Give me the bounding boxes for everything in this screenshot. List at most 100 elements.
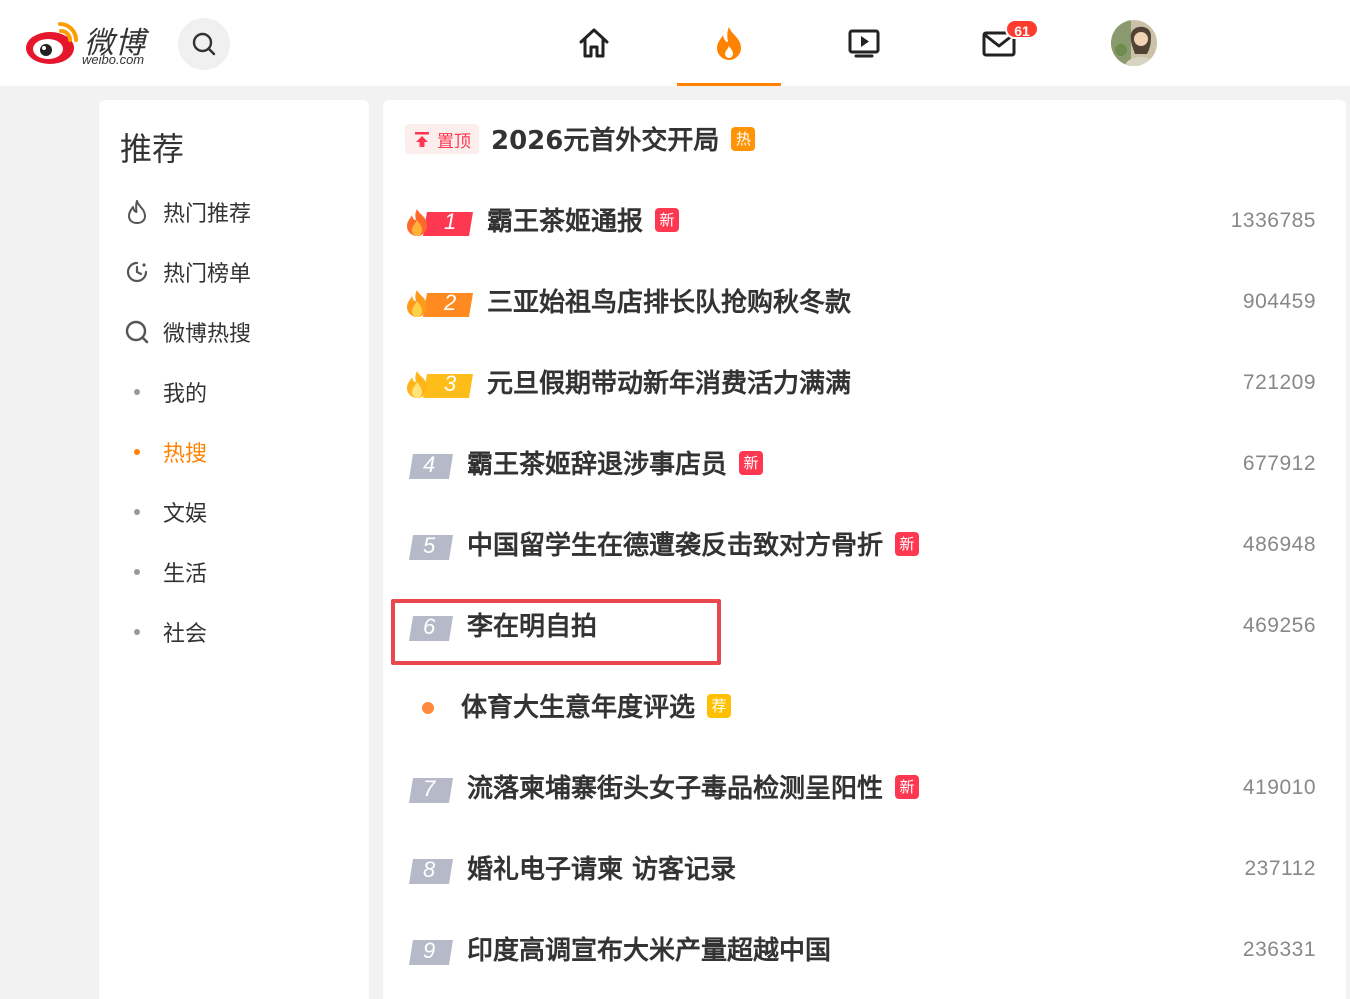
hot-count: 677912 [1242, 452, 1316, 475]
home-icon [579, 28, 609, 58]
hot-title[interactable]: 婚礼电子请柬 访客记录 [467, 849, 736, 886]
table-row[interactable]: 2 三亚始祖鸟店排长队抢购秋冬款 904459 [383, 262, 1346, 343]
sidebar-item-weibo-hot-search[interactable]: 微博热搜 [123, 312, 343, 352]
sidebar-item-label: 微博热搜 [163, 322, 252, 347]
bullet-dot [123, 558, 151, 586]
hot-count: 904459 [1242, 290, 1316, 313]
hot-count: 721209 [1242, 371, 1316, 394]
rank-number: 3 [444, 371, 457, 396]
sidebar-item-hot-search[interactable]: 热搜 [123, 432, 343, 472]
message-count-badge: 61 [1005, 19, 1039, 39]
user-avatar[interactable] [1111, 20, 1157, 66]
rank-flame-icon [407, 371, 473, 398]
nav-messages[interactable]: 61 [947, 0, 1051, 86]
rank-number: 5 [423, 533, 436, 558]
hot-title[interactable]: 元旦假期带动新年消费活力满满 [487, 363, 851, 400]
pinned-title[interactable]: 2026元首外交开局 热 [491, 120, 756, 157]
pinned-label: 置顶 [437, 131, 471, 152]
pin-top-icon [415, 132, 429, 147]
sidebar-item-label: 文娱 [163, 502, 208, 527]
hot-title[interactable]: 三亚始祖鸟店排长队抢购秋冬款 [487, 282, 851, 319]
logo-subtext: weibo.com [82, 52, 145, 67]
table-row[interactable]: 9 印度高调宣布大米产量超越中国 236331 [383, 910, 1346, 991]
rank-number: 8 [423, 857, 436, 882]
promoted-row[interactable]: 体育大生意年度评选 荐 [383, 667, 1346, 748]
table-row[interactable]: 3 元旦假期带动新年消费活力满满 721209 [383, 343, 1346, 424]
flame-outline-icon [123, 198, 151, 226]
hot-count: 236331 [1242, 938, 1316, 961]
search-circle-icon [123, 318, 151, 346]
table-row[interactable]: 7 流落柬埔寨街头女子毒品检测呈阳性 新 419010 [383, 748, 1346, 829]
hot-title[interactable]: 体育大生意年度评选 荐 [461, 687, 732, 724]
table-row[interactable]: 1 霸王茶姬通报 新 1336785 [383, 181, 1346, 262]
sidebar-item-label: 热门推荐 [163, 202, 252, 227]
sidebar-item-label: 我的 [163, 382, 208, 407]
highlight-annotation-box [391, 599, 721, 665]
weibo-logo-icon [26, 22, 78, 64]
search-button[interactable] [178, 18, 230, 70]
new-tag: 新 [895, 774, 920, 799]
video-icon [848, 29, 880, 58]
rank-number: 7 [423, 776, 436, 801]
sidebar-item-hot-recommend[interactable]: 热门推荐 [123, 192, 343, 232]
rank-badge: 4 [407, 451, 473, 479]
sidebar-item-label: 热搜 [163, 442, 208, 467]
new-tag: 新 [739, 450, 764, 475]
weibo-logo[interactable]: 微博 weibo.com [24, 16, 164, 68]
hot-flame-icon [717, 27, 741, 60]
rank-badge: 3 [407, 370, 473, 398]
bullet-dot [123, 618, 151, 646]
sidebar-item-entertainment[interactable]: 文娱 [123, 492, 343, 532]
sidebar-item-hot-ranking[interactable]: 热门榜单 [123, 252, 343, 292]
sidebar-item-mine[interactable]: 我的 [123, 372, 343, 412]
pinned-badge: 置顶 [405, 124, 479, 154]
hot-count: 237112 [1244, 857, 1316, 880]
new-tag: 新 [895, 531, 920, 556]
hot-title[interactable]: 流落柬埔寨街头女子毒品检测呈阳性 新 [467, 768, 920, 805]
table-row[interactable]: 5 中国留学生在德遭袭反击致对方骨折 新 486948 [383, 505, 1346, 586]
hot-tag: 热 [731, 126, 756, 151]
table-row[interactable]: 4 霸王茶姬辞退涉事店员 新 677912 [383, 424, 1346, 505]
sidebar: 推荐 热门推荐 热门榜单 微博热搜 我的 热搜 文娱 生活 社会 [99, 100, 369, 999]
bullet-dot [123, 378, 151, 406]
bullet-dot [123, 498, 151, 526]
rank-number: 1 [444, 209, 457, 234]
promoted-dot [422, 702, 434, 714]
search-icon [192, 32, 216, 56]
nav-video[interactable] [812, 0, 916, 86]
sidebar-title: 推荐 [120, 130, 185, 168]
hot-title[interactable]: 印度高调宣布大米产量超越中国 [467, 930, 831, 967]
rank-badge: 8 [407, 856, 473, 884]
new-tag: 新 [655, 207, 680, 232]
sidebar-item-life[interactable]: 生活 [123, 552, 343, 592]
rank-badge: 5 [407, 532, 473, 560]
pinned-row[interactable]: 置顶 2026元首外交开局 热 [383, 100, 1346, 181]
recommend-tag: 荐 [707, 693, 732, 718]
table-row[interactable]: 8 婚礼电子请柬 访客记录 237112 [383, 829, 1346, 910]
sidebar-item-label: 热门榜单 [163, 262, 252, 287]
hot-title[interactable]: 中国留学生在德遭袭反击致对方骨折 新 [467, 525, 920, 562]
rank-badge: 7 [407, 775, 473, 803]
sidebar-item-label: 社会 [163, 622, 208, 647]
clock-icon [123, 258, 151, 286]
nav-home[interactable] [542, 0, 646, 86]
rank-flame-icon [407, 209, 473, 236]
nav-hot[interactable] [677, 0, 781, 86]
hot-count: 419010 [1242, 776, 1316, 799]
hot-title[interactable]: 霸王茶姬辞退涉事店员 新 [467, 444, 764, 481]
rank-badge: 9 [407, 937, 473, 965]
hot-title[interactable]: 霸王茶姬通报 新 [487, 201, 680, 238]
sidebar-item-society[interactable]: 社会 [123, 612, 343, 652]
rank-number: 4 [423, 452, 436, 477]
rank-number: 2 [444, 290, 457, 315]
rank-badge: 1 [407, 208, 473, 236]
hot-count: 469256 [1242, 614, 1316, 637]
rank-number: 9 [423, 938, 436, 963]
top-bar: 微博 weibo.com 61 [0, 0, 1350, 86]
rank-flame-icon [407, 290, 473, 317]
hot-count: 486948 [1242, 533, 1316, 556]
hot-search-list: 置顶 2026元首外交开局 热 1 霸王茶姬通报 新 1336785 2 三亚始… [383, 100, 1346, 999]
sidebar-item-label: 生活 [163, 562, 208, 587]
hot-count: 1336785 [1230, 209, 1316, 232]
rank-badge: 2 [407, 289, 473, 317]
